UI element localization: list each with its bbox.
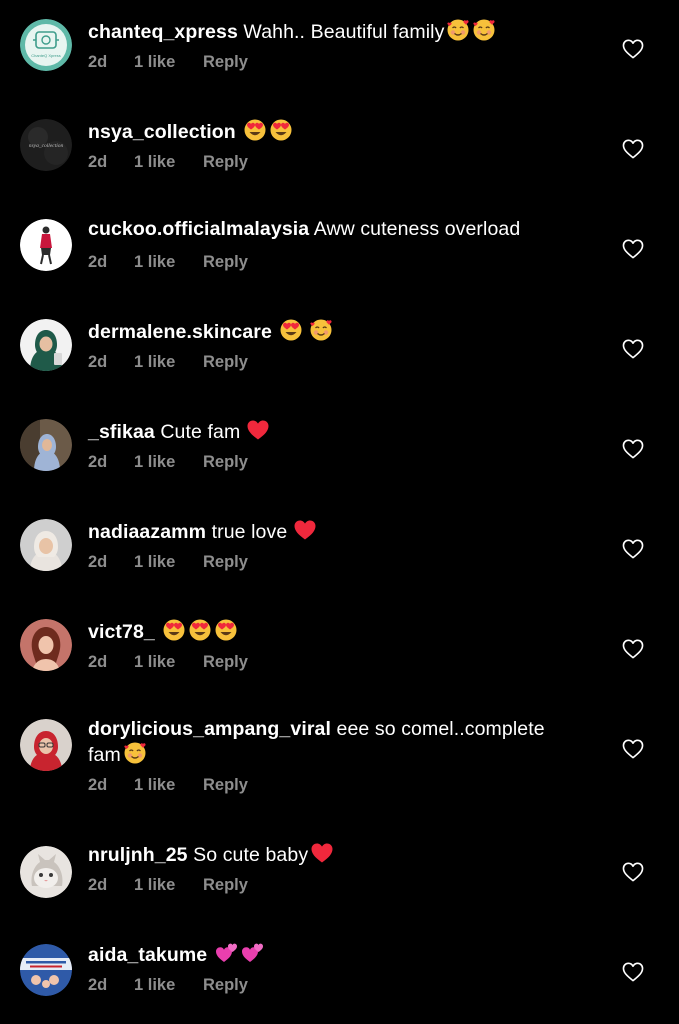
comment-age: 2d (88, 253, 108, 271)
smiling-face-with-hearts-icon (123, 741, 147, 765)
smiling-face-with-hearts-icon (472, 18, 496, 42)
svg-text:nsya_collection: nsya_collection (29, 143, 64, 149)
svg-text:ChanteQ Xpress: ChanteQ Xpress (31, 53, 61, 58)
revolving-hearts-icon (215, 941, 239, 965)
comment-age: 2d (88, 553, 108, 571)
reply-button[interactable]: Reply (203, 453, 248, 472)
heart-eyes-icon (162, 618, 186, 642)
comment-username[interactable]: nsya_collection (88, 121, 236, 143)
comment-username[interactable]: vict78_ (88, 621, 155, 643)
reply-button[interactable]: Reply (203, 553, 248, 572)
red-heart-icon (310, 841, 334, 865)
heart-eyes-icon (214, 618, 238, 642)
like-count[interactable]: 1 like (134, 453, 203, 472)
heart-outline-icon[interactable] (622, 962, 644, 982)
like-count[interactable]: 1 like (134, 253, 203, 272)
heart-outline-icon[interactable] (622, 539, 644, 559)
heart-eyes-icon (188, 618, 212, 642)
like-count[interactable]: 1 like (134, 553, 203, 572)
heart-outline-icon[interactable] (622, 739, 644, 759)
like-count[interactable]: 1 like (134, 876, 203, 895)
reply-button[interactable]: Reply (203, 653, 248, 672)
comment-username[interactable]: nruljnh_25 (88, 844, 188, 866)
comment-age: 2d (88, 653, 108, 671)
like-count[interactable]: 1 like (134, 153, 203, 172)
comment-username[interactable]: dermalene.skincare (88, 321, 272, 343)
red-heart-icon (293, 518, 317, 542)
like-count[interactable]: 1 like (134, 353, 203, 372)
comment-age: 2d (88, 53, 108, 71)
comment-age: 2d (88, 353, 108, 371)
comment-age: 2d (88, 976, 108, 994)
avatar[interactable] (20, 944, 72, 996)
red-heart-icon (246, 418, 270, 442)
comment-text: Wahh.. Beautiful family (243, 21, 445, 43)
like-count[interactable]: 1 like (134, 776, 203, 795)
heart-eyes-icon (243, 118, 267, 142)
comment-username[interactable]: aida_takume (88, 944, 207, 966)
comment-text: Aww cuteness overload (313, 218, 521, 240)
comment-username[interactable]: cuckoo.officialmalaysia (88, 218, 309, 240)
avatar[interactable]: nsya_collection (20, 119, 72, 171)
avatar[interactable] (20, 846, 72, 898)
heart-outline-icon[interactable] (622, 39, 644, 59)
comment-age: 2d (88, 153, 108, 171)
reply-button[interactable]: Reply (203, 53, 248, 72)
heart-outline-icon[interactable] (622, 639, 644, 659)
reply-button[interactable]: Reply (203, 253, 248, 272)
reply-button[interactable]: Reply (203, 876, 248, 895)
comment-username[interactable]: chanteq_xpress (88, 21, 238, 43)
avatar[interactable] (20, 319, 72, 371)
avatar[interactable] (20, 519, 72, 571)
comment-text: Cute fam (160, 421, 241, 443)
revolving-hearts-icon (241, 941, 265, 965)
like-count[interactable]: 1 like (134, 653, 203, 672)
comment-text: So cute baby (193, 844, 309, 866)
smiling-face-with-hearts-icon (309, 318, 333, 342)
avatar[interactable] (20, 719, 72, 771)
like-count[interactable]: 1 like (134, 53, 203, 72)
reply-button[interactable]: Reply (203, 353, 248, 372)
comment-age: 2d (88, 453, 108, 471)
avatar[interactable] (20, 619, 72, 671)
avatar[interactable] (20, 419, 72, 471)
comment-text: true love (211, 521, 288, 543)
comment-age: 2d (88, 776, 108, 794)
reply-button[interactable]: Reply (203, 976, 248, 995)
heart-eyes-icon (269, 118, 293, 142)
comment-username[interactable]: dorylicious_ampang_viral (88, 718, 331, 740)
avatar[interactable] (20, 219, 72, 271)
heart-outline-icon[interactable] (622, 139, 644, 159)
heart-eyes-icon (279, 318, 303, 342)
reply-button[interactable]: Reply (203, 153, 248, 172)
heart-outline-icon[interactable] (622, 339, 644, 359)
comment-username[interactable]: nadiaazamm (88, 521, 206, 543)
heart-outline-icon[interactable] (622, 862, 644, 882)
reply-button[interactable]: Reply (203, 776, 248, 795)
heart-outline-icon[interactable] (622, 239, 644, 259)
smiling-face-with-hearts-icon (446, 18, 470, 42)
comment-username[interactable]: _sfikaa (88, 421, 155, 443)
heart-outline-icon[interactable] (622, 439, 644, 459)
like-count[interactable]: 1 like (134, 976, 203, 995)
avatar[interactable]: ChanteQ Xpress (20, 19, 72, 71)
comment-age: 2d (88, 876, 108, 894)
